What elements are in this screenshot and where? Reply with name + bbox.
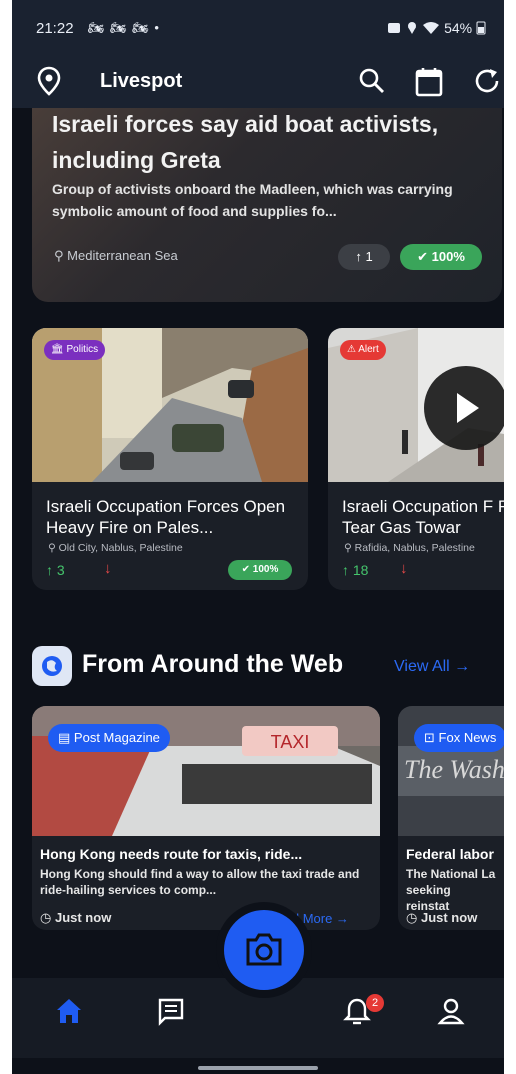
news-card-location-text: Rafidia, Nablus, Palestine (354, 542, 475, 554)
clock-icon: ◷ (406, 910, 418, 925)
battery-icon (476, 21, 486, 35)
upvote-count: 1 (365, 249, 373, 264)
wifi-signal-icon (423, 22, 440, 34)
upvote-chip[interactable]: ↑ 1 (338, 244, 390, 270)
web-article-title: Hong Kong needs route for taxis, ride... (40, 846, 303, 862)
news-card-location-text: Old City, Nablus, Palestine (58, 542, 183, 554)
verified-check-icon: ✔ (417, 249, 429, 264)
status-time: 21:22 (36, 20, 74, 37)
search-icon[interactable] (358, 66, 386, 101)
featured-story-title: Israeli forces say aid boat activists, i… (52, 111, 439, 173)
web-article-card[interactable]: TAXI ▤ Post Magazine Hong Kong needs rou… (32, 706, 380, 930)
upvote-button[interactable]: ↑ 3 (46, 562, 65, 578)
refresh-icon[interactable] (474, 66, 502, 101)
newspaper-masthead-text: The Washington (404, 755, 504, 784)
featured-story-location-text: Mediterranean Sea (67, 248, 178, 263)
app-title: Livespot (100, 70, 183, 92)
source-badge: ⊡ Fox News (414, 724, 504, 752)
calendar-icon[interactable] (414, 66, 444, 103)
verified-percent: 100% (252, 564, 279, 575)
feed-scroll[interactable]: Israeli forces say aid boat activists, i… (12, 108, 504, 978)
verified-chip: ✔ 100% (400, 244, 482, 270)
alert-triangle-icon: ⚠ (347, 344, 356, 355)
location-pin-icon[interactable] (36, 66, 62, 101)
web-article-time: ◷ Just now (406, 910, 477, 926)
view-all-link[interactable]: View All → (394, 658, 470, 676)
web-article-time: ◷ Just now (40, 910, 111, 926)
tv-icon: ⊡ (424, 730, 435, 745)
news-card-location: ⚲ Rafidia, Nablus, Palestine (344, 542, 475, 554)
arrow-up-icon: ↑ (46, 562, 53, 578)
source-badge-label: Post Magazine (73, 730, 160, 745)
verified-chip: ✔ 100% (228, 560, 292, 580)
location-pin-small-icon: ⚲ (54, 248, 64, 263)
gesture-home-bar[interactable] (198, 1066, 318, 1070)
notification-icons: 🏍 🏍 🏍 • (88, 20, 160, 35)
verified-percent: 100% (431, 249, 465, 264)
news-card[interactable]: ⚠ Alert Israeli Occupation F Fire Tear G… (328, 328, 504, 590)
downvote-button[interactable]: ↓ (104, 560, 112, 577)
web-article-summary: The National La seeking reinstat (406, 867, 496, 913)
source-badge-label: Fox News (438, 730, 497, 745)
category-tag: 🏛 Politics (44, 340, 106, 360)
featured-story-card[interactable]: Israeli forces say aid boat activists, i… (32, 108, 502, 302)
category-tag-label: Alert (358, 344, 379, 355)
section-title: From Around the Web (82, 650, 344, 678)
newspaper-icon: ▤ (58, 730, 71, 745)
verified-check-icon: ✔ (241, 564, 251, 575)
location-pin-small-icon: ⚲ (344, 542, 352, 554)
clock-icon: ◷ (40, 910, 52, 925)
home-icon[interactable] (54, 996, 84, 1031)
web-article-card[interactable]: The Washington ⊡ Fox News Federal labor … (398, 706, 504, 930)
news-card-location: ⚲ Old City, Nablus, Palestine (48, 542, 183, 554)
news-card-headline: Israeli Occupation F Fire Tear Gas Towar (342, 497, 504, 537)
arrow-up-icon: ↑ (342, 562, 349, 578)
downvote-button[interactable]: ↓ (400, 560, 408, 577)
app-bar: Livespot (12, 56, 504, 108)
web-article-title: Federal labor (406, 846, 494, 862)
profile-icon[interactable] (436, 996, 466, 1031)
app-screen: 21:22 🏍 🏍 🏍 • 54% Livespot Israeli force (12, 0, 504, 1074)
upvote-count: 3 (56, 562, 65, 578)
category-tag: ⚠ Alert (340, 340, 386, 360)
featured-story-summary: Group of activists onboard the Madleen, … (52, 181, 453, 219)
arrow-up-icon: ↑ (355, 249, 362, 264)
upvote-button[interactable]: ↑ 18 (342, 562, 368, 578)
featured-story-location: ⚲ Mediterranean Sea (54, 248, 178, 264)
source-badge: ▤ Post Magazine (48, 724, 170, 752)
arrow-down-icon: ↓ (104, 560, 112, 577)
battery-percent: 54% (444, 20, 473, 36)
bottom-navigation (12, 978, 504, 1058)
category-tag-label: Politics (66, 344, 99, 355)
arrow-down-icon: ↓ (400, 560, 408, 577)
notification-count-badge: 2 (366, 994, 384, 1012)
camera-button[interactable] (224, 910, 304, 990)
web-article-time-text: Just now (420, 910, 478, 925)
upvote-count: 18 (352, 562, 369, 578)
web-article-summary: Hong Kong should find a way to allow the… (40, 867, 360, 897)
status-system-icons: 54% (386, 20, 486, 36)
news-card[interactable]: 🏛 Politics Israeli Occupation Forces Ope… (32, 328, 308, 590)
web-article-time-text: Just now (54, 910, 112, 925)
status-bar: 21:22 🏍 🏍 🏍 • 54% (12, 0, 504, 56)
alarm-icon (388, 23, 401, 33)
play-video-icon[interactable] (424, 366, 504, 450)
news-card-headline: Israeli Occupation Forces Open Heavy Fir… (46, 497, 286, 537)
building-icon: 🏛 (51, 344, 64, 355)
location-pin-small-icon: ⚲ (48, 542, 56, 554)
chat-icon[interactable] (156, 996, 186, 1031)
globe-icon (32, 646, 72, 686)
taxi-sign-text: TAXI (271, 732, 310, 752)
location-status-icon (408, 22, 417, 34)
camera-icon (246, 933, 282, 966)
